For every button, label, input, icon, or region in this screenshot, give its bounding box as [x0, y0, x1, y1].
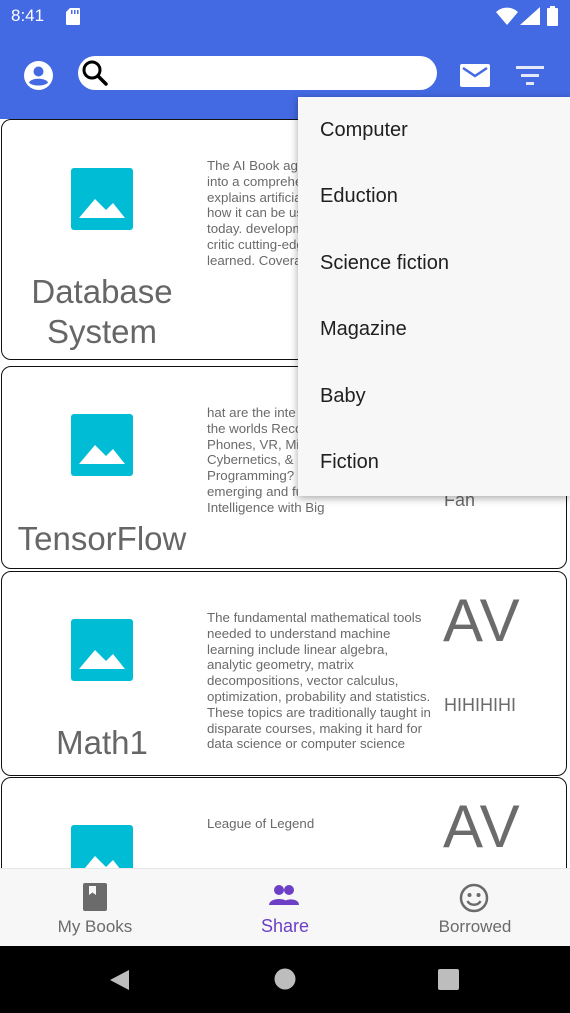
home-icon[interactable]: [274, 968, 296, 990]
tab-label: Borrowed: [438, 917, 512, 936]
status-bar: 8:41: [0, 0, 570, 34]
system-navigation-bar: [0, 946, 570, 1013]
menu-item-magazine[interactable]: Magazine: [298, 296, 570, 362]
book-title: TensorFlow: [17, 520, 187, 557]
menu-item-baby[interactable]: Baby: [298, 363, 570, 429]
book-title: Math1: [56, 724, 148, 761]
owner-avatar: AV: [443, 587, 521, 654]
tab-label: My Books: [57, 917, 133, 936]
wifi-icon: [496, 7, 518, 25]
menu-item-fiction[interactable]: Fiction: [298, 429, 570, 495]
search-icon[interactable]: [80, 58, 110, 88]
status-time: 8:41: [11, 6, 45, 25]
tab-share[interactable]: Share: [190, 869, 380, 947]
signal-icon: [520, 7, 540, 25]
search-box[interactable]: [78, 56, 437, 90]
image-placeholder-icon: [71, 168, 133, 230]
owner-name: HIHIHIHI: [444, 695, 516, 715]
book-description: The fundamental mathematical tools neede…: [207, 610, 431, 752]
recents-icon[interactable]: [438, 969, 459, 990]
book-card[interactable]: League of Legend AV: [1, 777, 567, 869]
battery-icon: [547, 6, 558, 26]
menu-item-science-fiction[interactable]: Science fiction: [298, 230, 570, 296]
tab-label: Share: [260, 916, 310, 936]
book-card[interactable]: Math1 The fundamental mathematical tools…: [1, 571, 567, 776]
search-input[interactable]: [114, 60, 428, 88]
back-icon[interactable]: [108, 968, 130, 992]
image-placeholder-icon: [71, 619, 133, 681]
image-placeholder-icon: [71, 825, 133, 869]
owner-avatar: AV: [443, 793, 521, 860]
book-title: Database System: [31, 273, 173, 350]
image-placeholder-icon: [71, 414, 133, 476]
menu-item-computer[interactable]: Computer: [298, 97, 570, 163]
menu-item-eduction[interactable]: Eduction: [298, 163, 570, 229]
book-icon: [83, 883, 107, 911]
smiley-icon: [459, 883, 489, 913]
account-icon[interactable]: [24, 61, 53, 90]
bottom-navigation: My Books Share Borrowed: [0, 868, 570, 946]
category-dropdown-menu: Computer Eduction Science fiction Magazi…: [298, 97, 570, 496]
mail-icon[interactable]: [460, 64, 490, 87]
book-description: League of Legend: [207, 816, 315, 831]
tab-borrowed[interactable]: Borrowed: [380, 869, 570, 947]
filter-icon[interactable]: [516, 64, 544, 86]
sd-card-icon: [66, 8, 80, 25]
people-icon: [269, 885, 299, 905]
tab-my-books[interactable]: My Books: [0, 869, 190, 947]
